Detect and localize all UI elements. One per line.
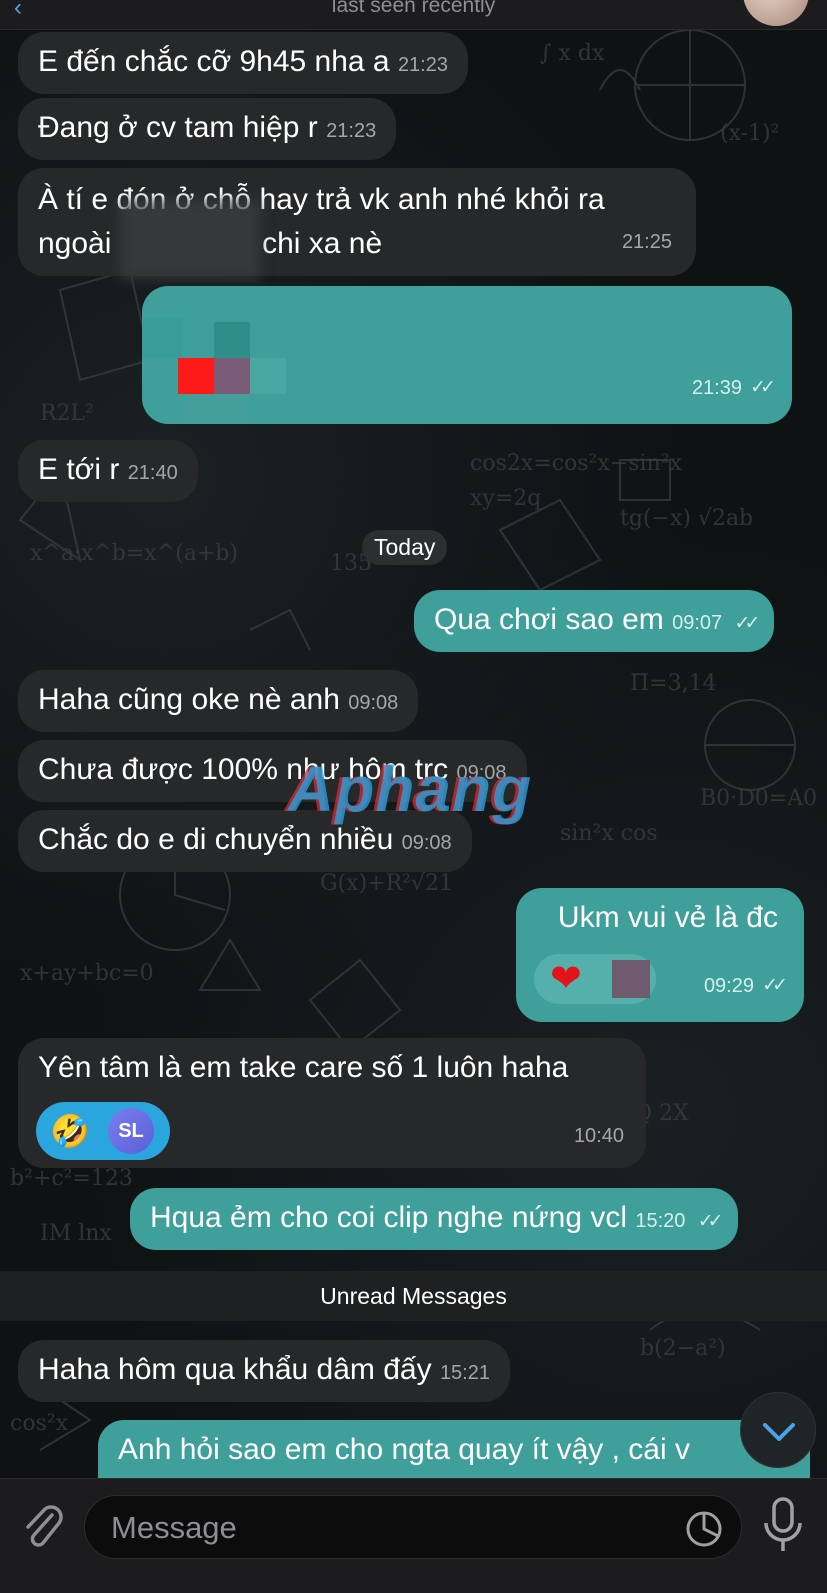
svg-text:xy=2q: xy=2q	[470, 486, 541, 511]
contact-status: last seen recently	[331, 0, 496, 17]
censor-pixel	[612, 960, 650, 998]
reactor-avatar: SL	[108, 1108, 154, 1154]
message-bubble-outgoing[interactable]: Hqua ẻm cho coi clip nghe nứng vcl 15:20…	[130, 1188, 738, 1250]
message-time: 09:29	[703, 975, 754, 997]
message-text-line: ngoài	[38, 227, 112, 260]
microphone-icon[interactable]	[760, 1495, 806, 1557]
message-text-line: chi xa nè	[262, 227, 383, 260]
message-bubble-incoming[interactable]: E đến chắc cỡ 9h45 nha a 21:23	[18, 32, 468, 94]
message-time: 09:07	[672, 612, 723, 634]
svg-text:IM lnx: IM lnx	[40, 1221, 112, 1246]
double-check-icon: ✓✓	[697, 1211, 724, 1232]
svg-text:x^a·x^b=x^(a+b): x^a·x^b=x^(a+b)	[30, 541, 238, 566]
chat-header: ‹ last seen recently	[0, 0, 827, 30]
message-bubble-incoming[interactable]: Haha hôm qua khẩu dâm đấy 15:21	[18, 1340, 510, 1402]
censor-pixel	[214, 322, 250, 358]
reaction-pill[interactable]: 🤣 SL	[36, 1102, 170, 1160]
double-check-icon: ✓✓	[762, 975, 788, 996]
message-time: 15:21	[439, 1362, 490, 1384]
censor-pixel	[178, 394, 250, 424]
message-text: Ukm vui vẻ là đc	[557, 901, 778, 934]
svg-text:b²+c²=123: b²+c²=123	[10, 1166, 133, 1191]
svg-text:x+ay+bc=0: x+ay+bc=0	[20, 961, 154, 986]
chevron-down-icon	[763, 1423, 795, 1441]
message-text: Qua chơi sao em	[434, 603, 664, 636]
message-text: E tới r	[38, 453, 120, 486]
svg-text:sin²x cos: sin²x cos	[560, 821, 658, 846]
svg-text:∫ x dx: ∫ x dx	[540, 41, 605, 66]
censor-blur	[120, 200, 260, 280]
message-time: 21:40	[127, 462, 178, 484]
svg-text:(x-1)²: (x-1)²	[720, 121, 779, 146]
svg-text:R2L²: R2L²	[40, 401, 94, 426]
message-text: Haha hôm qua khẩu dâm đấy	[38, 1353, 432, 1386]
sticker-icon[interactable]	[685, 1510, 723, 1548]
message-input[interactable]: Message	[84, 1495, 742, 1559]
message-bubble-incoming[interactable]: Yên tâm là em take care số 1 luôn haha 🤣…	[18, 1038, 646, 1168]
svg-text:G(x)+R²√21: G(x)+R²√21	[320, 871, 453, 896]
message-text: E đến chắc cỡ 9h45 nha a	[38, 45, 390, 78]
svg-text:cos²x: cos²x	[10, 1411, 69, 1436]
message-bubble-incoming[interactable]: E tới r 21:40	[18, 440, 198, 502]
message-text: Anh hỏi sao em cho ngta quay ít vậy , cá…	[118, 1433, 690, 1466]
message-time: 10:40	[573, 1125, 624, 1147]
double-check-icon: ✓✓	[750, 377, 776, 398]
message-time: 21:23	[326, 120, 377, 142]
message-time: 21:39	[691, 377, 742, 399]
message-bubble-incoming[interactable]: Haha cũng oke nè anh 09:08	[18, 670, 419, 732]
message-time: 15:20	[635, 1210, 686, 1232]
double-check-icon: ✓✓	[734, 613, 761, 634]
message-time: 21:25	[621, 231, 672, 253]
message-time: 09:08	[348, 692, 399, 714]
heart-icon: ❤	[550, 958, 582, 1000]
svg-text:tg(−x) √2ab: tg(−x) √2ab	[620, 506, 753, 531]
message-time: 09:08	[401, 832, 452, 854]
contact-avatar[interactable]	[743, 0, 809, 26]
message-text: Yên tâm là em take care số 1 luôn haha	[38, 1051, 569, 1084]
svg-text:B0·D0=A0: B0·D0=A0	[700, 786, 817, 811]
svg-text:cos2x=cos²x−sin²x: cos2x=cos²x−sin²x	[470, 451, 683, 476]
paperclip-icon[interactable]	[18, 1501, 66, 1553]
message-bubble-incoming[interactable]: Đang ở cv tam hiệp r 21:23	[18, 98, 397, 160]
censor-pixel	[178, 358, 214, 394]
message-text: Hqua ẻm cho coi clip nghe nứng vcl	[150, 1201, 628, 1234]
svg-text:Π=3,14: Π=3,14	[630, 671, 717, 696]
reaction-pill[interactable]: ❤	[534, 954, 656, 1004]
censor-pixel	[214, 358, 250, 394]
censor-pixel	[250, 358, 286, 394]
message-bubble-outgoing[interactable]: Qua chơi sao em 09:07 ✓✓	[414, 590, 775, 652]
message-placeholder: Message	[111, 1510, 237, 1545]
rofl-emoji-icon: 🤣	[50, 1113, 90, 1149]
censor-pixel	[142, 318, 182, 358]
watermark-logo: Aphang	[288, 753, 533, 825]
date-divider: Today	[362, 530, 448, 565]
message-composer: Message	[0, 1478, 827, 1593]
message-text: Haha cũng oke nè anh	[38, 683, 340, 716]
message-text: Chắc do e di chuyển nhiều	[38, 823, 394, 856]
scroll-to-bottom-button[interactable]	[740, 1392, 816, 1468]
svg-text:b(2−a²): b(2−a²)	[640, 1336, 726, 1361]
message-time: 21:23	[397, 54, 448, 76]
message-bubble-outgoing[interactable]: Ukm vui vẻ là đc ❤ 09:29 ✓✓	[516, 888, 804, 1022]
message-text: Đang ở cv tam hiệp r	[38, 111, 318, 144]
unread-messages-divider: Unread Messages	[0, 1271, 827, 1321]
